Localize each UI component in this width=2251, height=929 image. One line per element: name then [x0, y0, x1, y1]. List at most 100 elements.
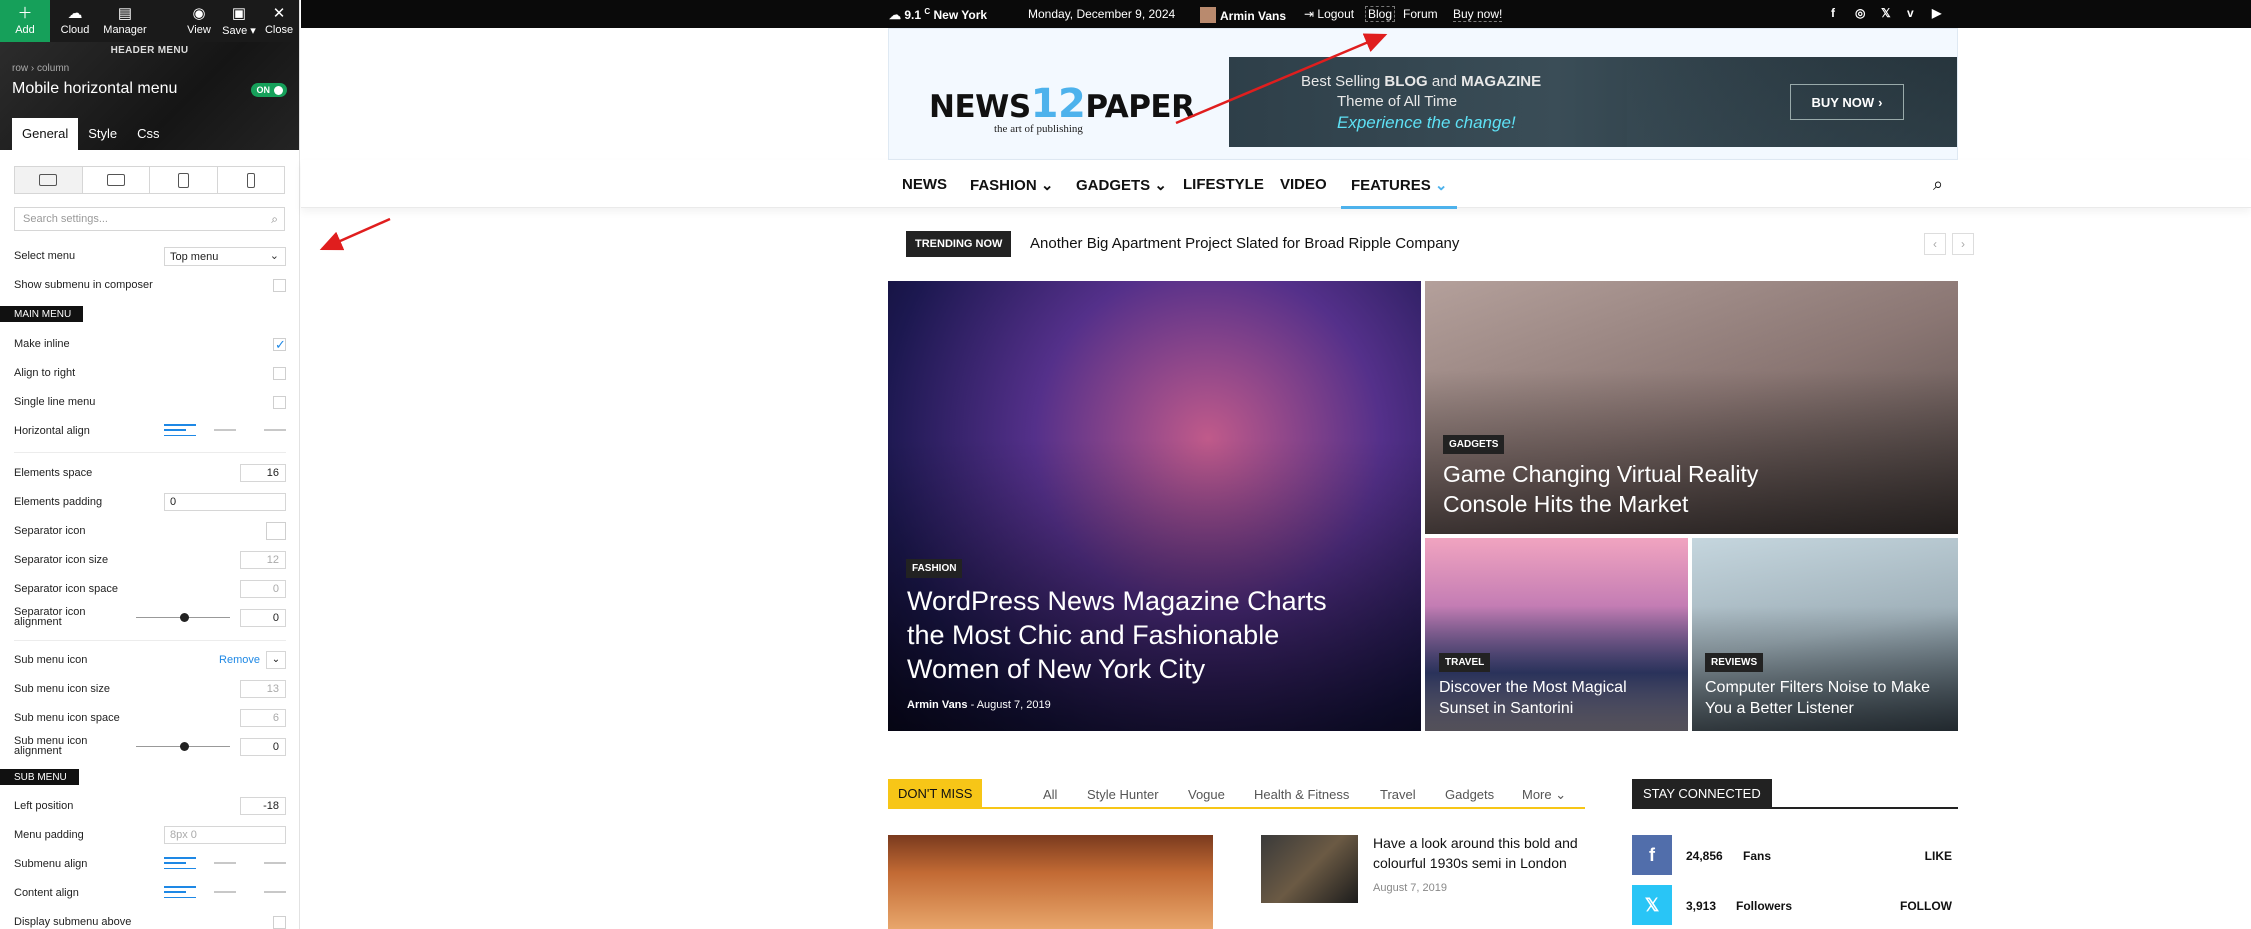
- align-left-icon[interactable]: [164, 424, 196, 436]
- remove-icon-link[interactable]: Remove: [219, 654, 260, 666]
- align-left-icon[interactable]: [164, 886, 196, 898]
- separator-icon-alignment-input[interactable]: 0: [240, 609, 286, 627]
- separator-alignment-slider[interactable]: [136, 613, 230, 622]
- facebook-icon[interactable]: f: [1632, 835, 1672, 875]
- nav-news[interactable]: NEWS: [902, 176, 947, 193]
- menu-padding-input[interactable]: 8px 0: [164, 826, 286, 844]
- slider-handle[interactable]: [180, 742, 189, 751]
- breadcrumb[interactable]: row › column: [12, 63, 69, 74]
- elements-space-input[interactable]: 16: [240, 464, 286, 482]
- close-button[interactable]: ✕ Close: [259, 0, 299, 42]
- sub-menu-alignment-slider[interactable]: [136, 742, 230, 751]
- article-title[interactable]: Have a look around this bold and colourf…: [1373, 833, 1593, 873]
- card-title[interactable]: Discover the Most Magical Sunset in Sant…: [1439, 677, 1679, 719]
- vimeo-icon[interactable]: v: [1907, 6, 1914, 20]
- card-title[interactable]: Game Changing Virtual Reality Console Hi…: [1443, 459, 1823, 519]
- show-submenu-checkbox[interactable]: [273, 279, 286, 292]
- article-thumbnail-large[interactable]: [888, 835, 1213, 929]
- sub-menu-icon-picker[interactable]: ⌄: [266, 651, 286, 669]
- save-button[interactable]: ▣ Save ▾: [219, 0, 259, 42]
- select-menu-dropdown[interactable]: Top menu ⌄: [164, 247, 286, 266]
- card-title[interactable]: Computer Filters Noise to Make You a Bet…: [1705, 677, 1950, 719]
- landscape-tablet-device-button[interactable]: [83, 167, 150, 193]
- dm-tab-travel[interactable]: Travel: [1380, 787, 1416, 802]
- like-button[interactable]: LIKE: [1925, 849, 1952, 863]
- top-link-forum[interactable]: Forum: [1403, 7, 1438, 21]
- x-icon[interactable]: 𝕏: [1881, 6, 1891, 20]
- article-thumbnail-small[interactable]: [1261, 835, 1358, 903]
- category-badge[interactable]: GADGETS: [1443, 435, 1505, 454]
- facebook-icon[interactable]: f: [1831, 6, 1835, 20]
- desktop-device-button[interactable]: [15, 167, 83, 193]
- trending-prev-button[interactable]: ‹: [1924, 233, 1946, 255]
- top-link-buy-now[interactable]: Buy now!: [1453, 7, 1503, 22]
- phone-device-button[interactable]: [218, 167, 285, 193]
- card-title[interactable]: WordPress News Magazine Charts the Most …: [907, 584, 1347, 686]
- align-center-icon[interactable]: [209, 424, 241, 436]
- nav-fashion[interactable]: FASHION ⌄: [970, 176, 1053, 194]
- nav-features[interactable]: FEATURES ⌄: [1340, 176, 1459, 209]
- make-inline-checkbox[interactable]: [273, 337, 286, 353]
- add-button[interactable]: ＋ Add: [0, 0, 50, 42]
- dm-tab-all[interactable]: All: [1043, 787, 1057, 802]
- follow-button[interactable]: FOLLOW: [1900, 899, 1952, 913]
- manager-button[interactable]: ▤ Manager: [100, 0, 150, 42]
- site-logo[interactable]: NEWS12PAPER: [929, 81, 1195, 127]
- nav-features-label: FEATURES: [1351, 177, 1431, 194]
- card-author[interactable]: Armin Vans: [907, 699, 968, 711]
- category-badge[interactable]: FASHION: [906, 559, 963, 578]
- align-right-icon[interactable]: [254, 886, 286, 898]
- align-right-icon[interactable]: [254, 857, 286, 869]
- nav-gadgets[interactable]: GADGETS ⌄: [1076, 176, 1167, 194]
- header-ad-banner[interactable]: Best Selling BLOG and MAGAZINE Theme of …: [1229, 57, 1957, 147]
- tab-general[interactable]: General: [12, 118, 79, 150]
- settings-search-input[interactable]: [15, 208, 284, 230]
- category-badge[interactable]: TRAVEL: [1439, 653, 1491, 672]
- nav-lifestyle[interactable]: LIFESTYLE: [1183, 176, 1264, 193]
- left-position-input[interactable]: -18: [240, 797, 286, 815]
- trending-headline[interactable]: Another Big Apartment Project Slated for…: [1030, 235, 1459, 252]
- align-center-icon[interactable]: [209, 886, 241, 898]
- dm-tab-more[interactable]: More ⌄: [1522, 787, 1566, 803]
- view-button[interactable]: ◉ View: [179, 0, 219, 42]
- single-line-checkbox[interactable]: [273, 396, 286, 409]
- tab-css[interactable]: Css: [127, 118, 169, 150]
- align-left-icon[interactable]: [164, 857, 196, 869]
- portrait-tablet-device-button[interactable]: [150, 167, 218, 193]
- logout-link[interactable]: ⇥ Logout: [1304, 7, 1354, 21]
- dm-tab-style-hunter[interactable]: Style Hunter: [1087, 787, 1159, 802]
- cloud-button[interactable]: ☁ Cloud: [50, 0, 100, 42]
- slider-handle[interactable]: [180, 613, 189, 622]
- sub-menu-icon-row: Sub menu icon Remove ⌄: [0, 649, 299, 671]
- youtube-icon[interactable]: ▶: [1932, 6, 1941, 20]
- x-icon[interactable]: 𝕏: [1632, 885, 1672, 925]
- category-badge[interactable]: REVIEWS: [1705, 653, 1764, 672]
- trending-next-button[interactable]: ›: [1952, 233, 1974, 255]
- featured-card-vr[interactable]: GADGETS Game Changing Virtual Reality Co…: [1425, 281, 1958, 534]
- dm-tab-vogue[interactable]: Vogue: [1188, 787, 1225, 802]
- featured-card-reviews[interactable]: REVIEWS Computer Filters Noise to Make Y…: [1692, 538, 1958, 731]
- top-link-blog[interactable]: Blog: [1365, 6, 1396, 22]
- featured-card-main[interactable]: FASHION WordPress News Magazine Charts t…: [888, 281, 1421, 731]
- search-icon[interactable]: ⌕: [1933, 174, 1943, 195]
- buy-now-button[interactable]: BUY NOW ›: [1790, 84, 1904, 120]
- user-name[interactable]: Armin Vans: [1200, 7, 1286, 23]
- sub-menu-icon-alignment-input[interactable]: 0: [240, 738, 286, 756]
- element-on-toggle[interactable]: ON: [250, 83, 287, 97]
- tab-style[interactable]: Style: [78, 118, 127, 150]
- nav-video[interactable]: VIDEO: [1280, 176, 1327, 193]
- align-center-icon[interactable]: [209, 857, 241, 869]
- dm-tab-health[interactable]: Health & Fitness: [1254, 787, 1349, 802]
- separator-icon-space-input[interactable]: 0: [240, 580, 286, 598]
- sub-menu-icon-size-input[interactable]: 13: [240, 680, 286, 698]
- display-submenu-above-checkbox[interactable]: [273, 916, 286, 929]
- featured-card-travel[interactable]: TRAVEL Discover the Most Magical Sunset …: [1425, 538, 1688, 731]
- align-right-checkbox[interactable]: [273, 367, 286, 380]
- instagram-icon[interactable]: ◎: [1855, 6, 1865, 20]
- separator-icon-picker[interactable]: [266, 522, 286, 540]
- dm-tab-gadgets[interactable]: Gadgets: [1445, 787, 1494, 802]
- align-right-icon[interactable]: [254, 424, 286, 436]
- elements-padding-input[interactable]: 0: [164, 493, 286, 511]
- separator-icon-size-input[interactable]: 12: [240, 551, 286, 569]
- sub-menu-icon-space-input[interactable]: 6: [240, 709, 286, 727]
